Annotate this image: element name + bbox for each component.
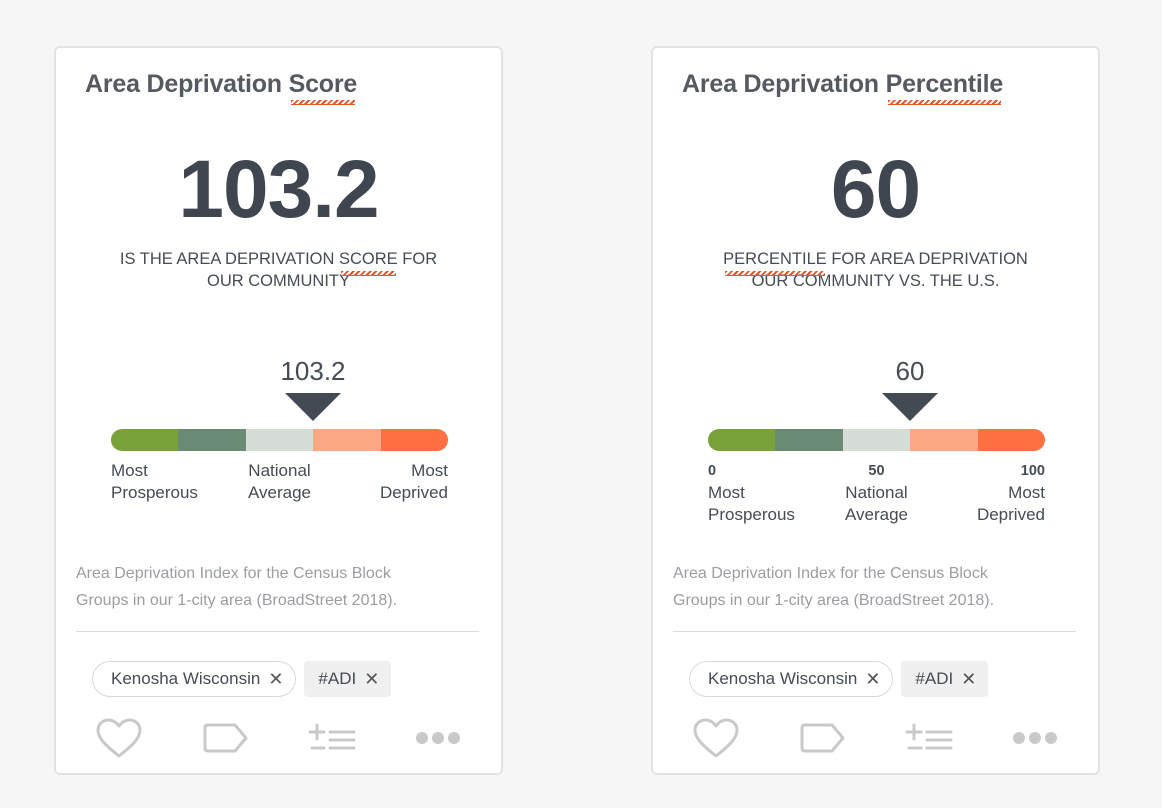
scale-segment-5 [380,429,448,451]
add-to-list-button[interactable] [904,716,954,760]
tag-button[interactable] [200,716,250,760]
add-to-list-button[interactable] [307,716,357,760]
caption-text: FOR AREA DEPRIVATION [826,250,1028,268]
scale-label-text: Prosperous [708,505,795,524]
source-note: Area Deprivation Index for the Census Bl… [673,560,1078,614]
scale-label-mid: 50 National Average [845,460,908,526]
caption-text: IS THE AREA DEPRIVATION [119,250,340,268]
source-line: Groups in our 1-city area (BroadStreet 2… [76,592,398,609]
scale-segment-2 [178,429,246,451]
scale-label-text: Deprived [379,483,448,502]
more-icon [1012,732,1057,744]
location-tag[interactable]: Kenosha Wisconsin ✕ [689,661,894,697]
source-note: Area Deprivation Index for the Census Bl… [76,560,481,614]
source-line: Groups in our 1-city area (BroadStreet 2… [673,592,995,609]
scale-number: 50 [868,463,885,479]
scale-segment-3 [245,429,314,451]
card-title-emphasis: Score [288,70,358,105]
adi-score-card: Area Deprivation Score 103.2 IS THE AREA… [54,46,503,775]
source-line: Area Deprivation Index for the Census Bl… [76,565,391,582]
caption-line-2: OUR COMMUNITY [207,272,350,290]
card-title-text: Area Deprivation [85,70,289,98]
scale-segment-3 [842,429,911,451]
scale-label-text: National [248,461,311,480]
scale-label-text: Most [708,483,745,502]
scale-label-mid: National Average [248,460,311,504]
scale-segment-4 [910,429,978,451]
card-actions [691,716,1060,760]
scale-number: 100 [1020,463,1045,479]
tag-label: #ADI [915,669,954,688]
scale-label-left: 0 Most Prosperous [708,460,795,526]
caption-emphasis: SCORE [339,250,398,276]
scale-label-text: Prosperous [111,483,198,502]
scale-label-text: Most [1008,483,1045,502]
marker-pointer-icon [285,393,341,421]
remove-tag-icon[interactable]: ✕ [865,670,880,688]
scale-label-right: Most Deprived [380,460,448,504]
heart-icon [693,718,739,758]
remove-tag-icon[interactable]: ✕ [268,670,283,688]
adi-percentile-card: Area Deprivation Percentile 60 PERCENTIL… [651,46,1100,775]
add-to-list-icon [308,723,356,750]
tag-list: Kenosha Wisconsin ✕ #ADI ✕ [689,661,989,697]
scale-segment-1 [111,429,179,451]
remove-tag-icon[interactable]: ✕ [961,670,976,688]
like-button[interactable] [94,716,144,760]
tag-icon [203,723,248,753]
scale-label-text: National [845,483,908,502]
caption-text: FOR [397,250,438,268]
percentile-caption: PERCENTILE FOR AREA DEPRIVATION OUR COMM… [693,248,1058,292]
scale-label-text: Most [411,461,448,480]
marker-value-label: 60 [895,356,925,386]
scale-label-text: Average [247,483,312,502]
scale-number: 0 [708,463,717,479]
card-title-emphasis: Percentile [885,70,1004,105]
scale-label-text: Average [844,505,909,524]
hashtag-tag[interactable]: #ADI ✕ [304,661,392,697]
card-actions [94,716,463,760]
more-button[interactable] [413,716,463,760]
like-button[interactable] [691,716,741,760]
location-tag[interactable]: Kenosha Wisconsin ✕ [92,661,297,697]
add-to-list-icon [905,723,953,750]
big-score-value: 103.2 [178,144,379,235]
more-icon [415,732,460,744]
heart-icon [96,718,142,758]
scale-segment-5 [977,429,1045,451]
scale-label-right: 100 Most Deprived [977,460,1045,526]
tag-label: Kenosha Wisconsin [111,669,261,688]
big-percentile-value: 60 [830,144,921,235]
marker-value-label: 103.2 [280,356,346,386]
caption-emphasis: PERCENTILE [723,250,827,276]
scale-label-left: Most Prosperous [111,460,198,504]
card-title-text: Area Deprivation [682,70,886,98]
tag-button[interactable] [797,716,847,760]
deprivation-scale-bar [708,429,1045,451]
card-title: Area Deprivation Score [85,70,358,105]
scale-label-text: Most [111,461,148,480]
tag-list: Kenosha Wisconsin ✕ #ADI ✕ [92,661,392,697]
card-title: Area Deprivation Percentile [682,70,1004,105]
divider [76,631,479,632]
source-line: Area Deprivation Index for the Census Bl… [673,565,988,582]
more-button[interactable] [1010,716,1060,760]
hashtag-tag[interactable]: #ADI ✕ [901,661,989,697]
tag-label: #ADI [318,669,357,688]
tag-icon [800,723,845,753]
deprivation-scale-bar [111,429,448,451]
scale-segment-1 [708,429,776,451]
scale-segment-4 [313,429,381,451]
marker-pointer-icon [882,393,938,421]
scale-label-text: Deprived [976,505,1045,524]
scale-segment-2 [775,429,843,451]
tag-label: Kenosha Wisconsin [708,669,858,688]
remove-tag-icon[interactable]: ✕ [364,670,379,688]
divider [673,631,1076,632]
score-caption: IS THE AREA DEPRIVATION SCORE FOR OUR CO… [96,248,461,292]
